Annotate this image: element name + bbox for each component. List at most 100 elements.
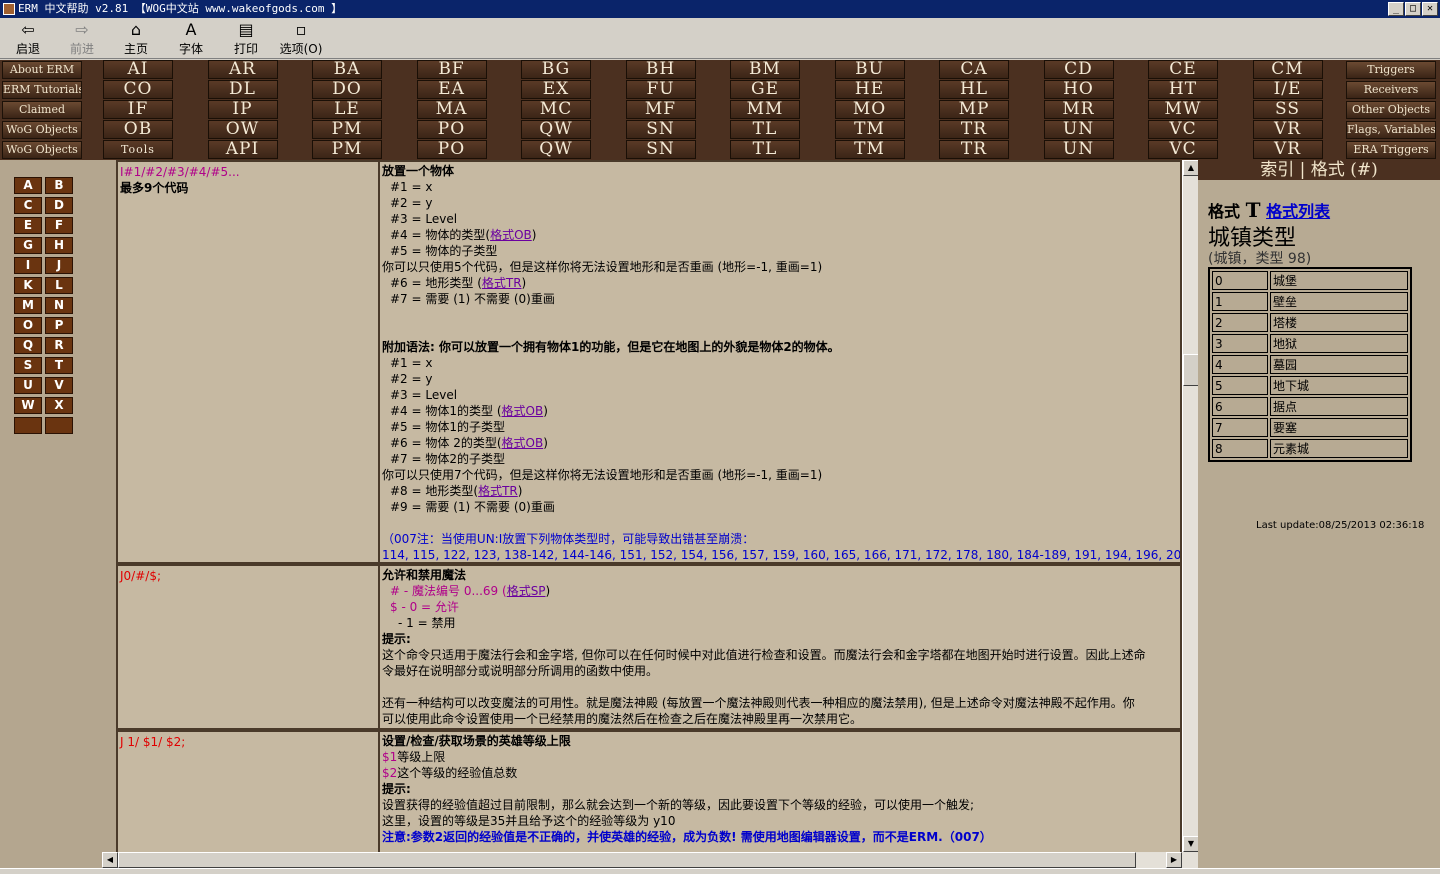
nav-cmd-4-3[interactable]: QW xyxy=(521,120,591,139)
letter-D-11[interactable]: D xyxy=(45,197,73,214)
nav-cmd-11-1[interactable]: I/E xyxy=(1252,80,1323,99)
close-button[interactable]: ✕ xyxy=(1422,2,1438,16)
letter-B-01[interactable]: B xyxy=(45,177,73,194)
nav-cmd-8-2[interactable]: MP xyxy=(939,100,1009,119)
letter-P-71[interactable]: P xyxy=(45,317,73,334)
nav-right-link-0[interactable]: Triggers xyxy=(1346,61,1436,79)
nav-cmd-2-3[interactable]: PM xyxy=(312,120,382,139)
back-button[interactable]: ⇦ 启退 xyxy=(2,20,54,58)
letter-R-81[interactable]: R xyxy=(45,337,73,354)
nav-cmd-6-1[interactable]: GE xyxy=(730,80,800,99)
nav-cmd-2-4[interactable]: PM xyxy=(312,140,382,159)
letter-U-100[interactable]: U xyxy=(14,377,42,394)
letter-O-70[interactable]: O xyxy=(14,317,42,334)
vertical-scrollbar[interactable]: ▲ ▼ xyxy=(1182,160,1199,852)
format-link[interactable]: 格式OB xyxy=(490,228,532,242)
nav-cmd-7-0[interactable]: BU xyxy=(834,60,905,79)
nav-cmd-10-4[interactable]: VC xyxy=(1148,140,1218,159)
nav-cmd-8-4[interactable]: TR xyxy=(939,140,1009,159)
print-button[interactable]: ▤ 打印 xyxy=(220,20,272,58)
nav-cmd-7-2[interactable]: MO xyxy=(834,100,905,119)
maximize-button[interactable]: □ xyxy=(1405,2,1421,16)
letter-blank-120[interactable] xyxy=(14,417,42,434)
horizontal-scrollbar[interactable]: ◀ ▶ xyxy=(102,852,1198,868)
nav-cmd-1-1[interactable]: DL xyxy=(207,80,278,99)
format-list-link[interactable]: 格式列表 xyxy=(1266,202,1330,221)
nav-link-3[interactable]: WoG Objects xyxy=(2,121,82,139)
minimize-button[interactable]: _ xyxy=(1388,2,1404,16)
nav-cmd-8-3[interactable]: TR xyxy=(939,120,1009,139)
nav-cmd-1-0[interactable]: AR xyxy=(207,60,278,79)
letter-A-00[interactable]: A xyxy=(14,177,42,194)
scroll-right-button[interactable]: ▶ xyxy=(1166,852,1182,868)
nav-cmd-10-0[interactable]: CE xyxy=(1148,60,1218,79)
nav-cmd-9-0[interactable]: CD xyxy=(1043,60,1114,79)
nav-cmd-6-4[interactable]: TL xyxy=(730,140,800,159)
nav-cmd-11-0[interactable]: CM xyxy=(1252,60,1323,79)
nav-cmd-4-0[interactable]: BG xyxy=(521,60,591,79)
nav-link-1[interactable]: ERM Tutorials xyxy=(2,81,82,99)
nav-cmd-1-2[interactable]: IP xyxy=(207,100,278,119)
nav-cmd-0-3[interactable]: OB xyxy=(103,120,173,139)
letter-T-91[interactable]: T xyxy=(45,357,73,374)
forward-button[interactable]: ⇨ 前进 xyxy=(56,20,108,58)
nav-cmd-1-4[interactable]: API xyxy=(207,140,278,159)
nav-cmd-5-0[interactable]: BH xyxy=(625,60,696,79)
nav-right-link-3[interactable]: Flags, Variables xyxy=(1346,121,1436,139)
nav-cmd-9-2[interactable]: MR xyxy=(1043,100,1114,119)
letter-F-21[interactable]: F xyxy=(45,217,73,234)
nav-right-link-4[interactable]: ERA Triggers xyxy=(1346,141,1436,159)
format-link[interactable]: 格式TR xyxy=(478,484,518,498)
nav-link-0[interactable]: About ERM xyxy=(2,61,82,79)
nav-cmd-7-3[interactable]: TM xyxy=(834,120,905,139)
nav-cmd-5-1[interactable]: FU xyxy=(625,80,696,99)
letter-X-111[interactable]: X xyxy=(45,397,73,414)
nav-cmd-5-4[interactable]: SN xyxy=(625,140,696,159)
scroll-left-button[interactable]: ◀ xyxy=(102,852,118,868)
letter-Q-80[interactable]: Q xyxy=(14,337,42,354)
font-button[interactable]: A 字体 xyxy=(165,20,217,58)
letter-J-41[interactable]: J xyxy=(45,257,73,274)
letter-H-31[interactable]: H xyxy=(45,237,73,254)
nav-cmd-7-4[interactable]: TM xyxy=(834,140,905,159)
nav-cmd-1-3[interactable]: OW xyxy=(207,120,278,139)
format-link[interactable]: 格式OB xyxy=(502,404,544,418)
letter-C-10[interactable]: C xyxy=(14,197,42,214)
nav-cmd-3-4[interactable]: PO xyxy=(416,140,487,159)
nav-cmd-2-2[interactable]: LE xyxy=(312,100,382,119)
nav-link-4[interactable]: WoG Objects xyxy=(2,141,82,159)
nav-cmd-9-3[interactable]: UN xyxy=(1043,120,1114,139)
options-button[interactable]: ▫ 选项(O) xyxy=(275,20,327,58)
nav-cmd-5-2[interactable]: MF xyxy=(625,100,696,119)
nav-cmd-4-2[interactable]: MC xyxy=(521,100,591,119)
nav-cmd-9-1[interactable]: HO xyxy=(1043,80,1114,99)
nav-cmd-10-2[interactable]: MW xyxy=(1148,100,1218,119)
nav-cmd-6-0[interactable]: BM xyxy=(730,60,800,79)
nav-cmd-7-1[interactable]: HE xyxy=(834,80,905,99)
nav-cmd-3-1[interactable]: EA xyxy=(416,80,487,99)
scroll-down-button[interactable]: ▼ xyxy=(1183,836,1199,852)
letter-I-40[interactable]: I xyxy=(14,257,42,274)
nav-right-link-2[interactable]: Other Objects xyxy=(1346,101,1436,119)
hscroll-thumb[interactable] xyxy=(118,852,1136,868)
nav-cmd-2-1[interactable]: DO xyxy=(312,80,382,99)
home-button[interactable]: ⌂ 主页 xyxy=(110,20,162,58)
letter-M-60[interactable]: M xyxy=(14,297,42,314)
nav-cmd-6-3[interactable]: TL xyxy=(730,120,800,139)
letter-N-61[interactable]: N xyxy=(45,297,73,314)
nav-cmd-3-0[interactable]: BF xyxy=(416,60,487,79)
nav-cmd-2-0[interactable]: BA xyxy=(312,60,382,79)
nav-cmd-5-3[interactable]: SN xyxy=(625,120,696,139)
nav-cmd-11-4[interactable]: VR xyxy=(1252,140,1323,159)
nav-cmd-6-2[interactable]: MM xyxy=(730,100,800,119)
nav-cmd-8-1[interactable]: HL xyxy=(939,80,1009,99)
letter-E-20[interactable]: E xyxy=(14,217,42,234)
nav-cmd-11-2[interactable]: SS xyxy=(1252,100,1323,119)
nav-cmd-11-3[interactable]: VR xyxy=(1252,120,1323,139)
nav-cmd-0-0[interactable]: AI xyxy=(103,60,173,79)
nav-cmd-4-4[interactable]: QW xyxy=(521,140,591,159)
letter-blank-121[interactable] xyxy=(45,417,73,434)
nav-cmd-0-1[interactable]: CO xyxy=(103,80,173,99)
nav-cmd-8-0[interactable]: CA xyxy=(939,60,1009,79)
nav-cmd-10-3[interactable]: VC xyxy=(1148,120,1218,139)
